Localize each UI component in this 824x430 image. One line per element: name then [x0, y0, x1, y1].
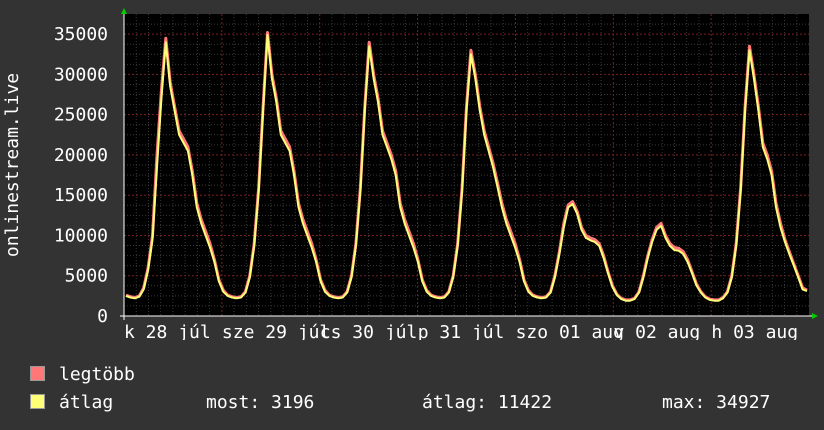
x-tick-label: h 03 aug: [711, 322, 798, 340]
y-tick-label: 15000: [54, 185, 108, 206]
traffic-chart: 0 5000 10000 15000 20000 25000 30000 35000 k 28…: [2, 8, 818, 340]
y-tick-label: 0: [97, 306, 108, 327]
legend-swatch-max: [30, 366, 45, 381]
y-axis-label: onlinestream.live: [2, 73, 23, 257]
y-tick-label: 10000: [54, 225, 108, 246]
stat-now: most: 3196: [206, 392, 315, 413]
x-tick-label: cs 30 júl: [320, 322, 418, 340]
y-tick-label: 30000: [54, 64, 108, 85]
legend-swatch-avg: [30, 394, 45, 409]
y-tick-label: 20000: [54, 145, 108, 166]
y-tick-label: 35000: [54, 24, 108, 45]
legend-item-max: legtöbb: [30, 366, 135, 384]
stat-avg: átlag: 11422: [422, 392, 553, 413]
y-tick-labels: 0 5000 10000 15000 20000 25000 30000 35000: [54, 24, 108, 327]
legend-label-avg: átlag: [59, 392, 114, 413]
y-axis-arrow: [121, 8, 127, 14]
legend-label-max: legtöbb: [59, 364, 135, 385]
x-tick-label: p 31 júl: [418, 322, 505, 340]
y-tick-label: 25000: [54, 105, 108, 126]
x-tick-label: k 28 júl: [124, 322, 211, 340]
stat-max: max: 34927: [662, 392, 771, 413]
x-tick-label: sze 29 júl: [222, 322, 330, 340]
x-tick-label: szo 01 aug: [516, 322, 624, 340]
x-tick-label: v 02 aug: [614, 322, 701, 340]
x-tick-labels: k 28 júl sze 29 júlcs 30 júl p 31 júl szo 0…: [124, 322, 798, 340]
x-axis-arrow: [812, 313, 818, 319]
y-tick-label: 5000: [65, 266, 108, 287]
legend-item-avg: átlag: [30, 394, 113, 412]
